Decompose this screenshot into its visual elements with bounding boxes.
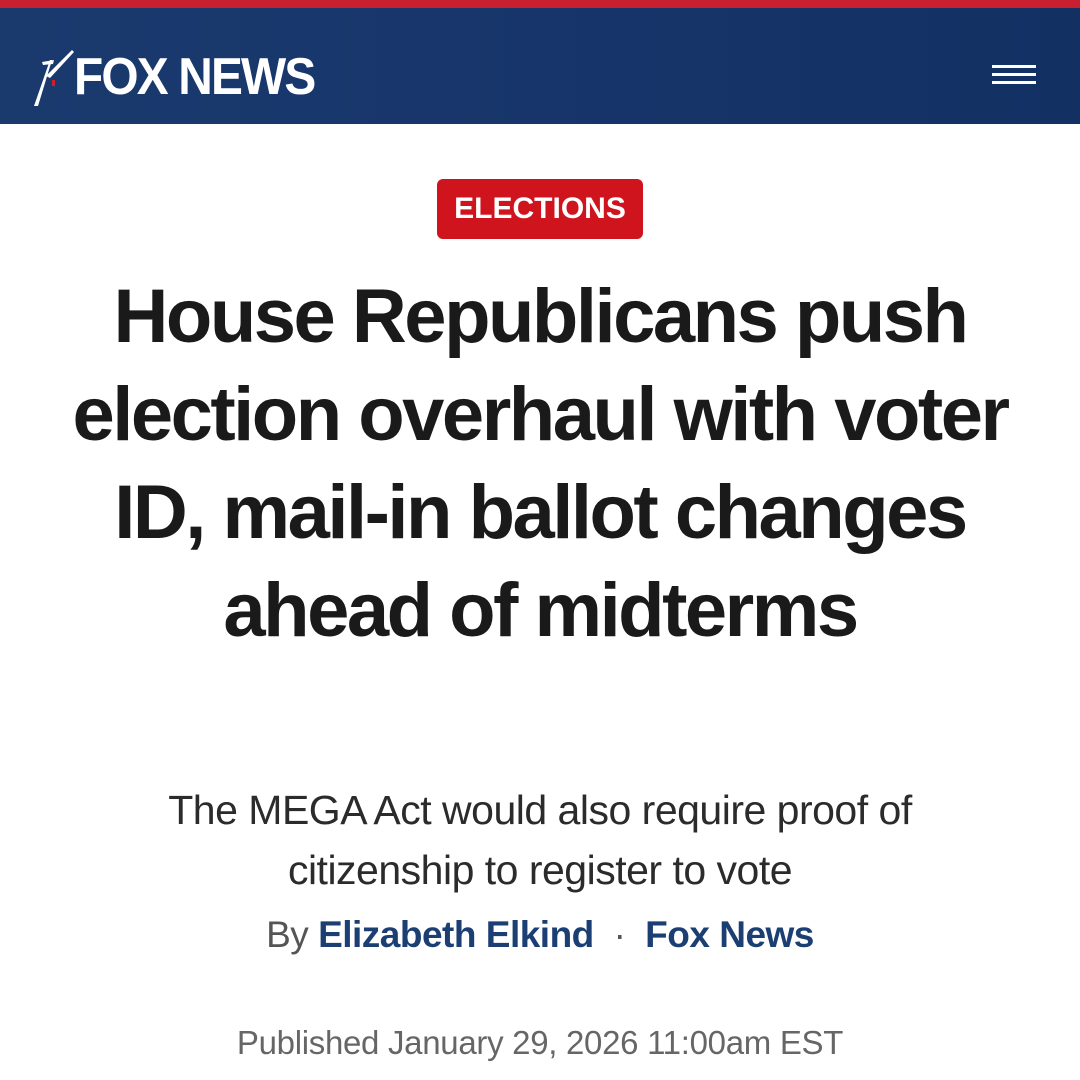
hamburger-menu-icon[interactable] xyxy=(988,58,1040,102)
source-link[interactable]: Fox News xyxy=(645,914,814,955)
logo-wordmark: FOX NEWS xyxy=(74,48,316,106)
byline-separator: · xyxy=(613,914,626,955)
article-subheadline: The MEGA Act would also require proof of… xyxy=(168,787,912,893)
article-headline: House Republicans push election overhaul… xyxy=(72,274,1010,653)
category-tag-elections[interactable]: ELECTIONS xyxy=(437,179,643,239)
byline-prefix: By xyxy=(266,914,309,955)
site-header: FOX NEWS xyxy=(0,8,1080,124)
byline: By Elizabeth Elkind · Fox News xyxy=(100,910,980,960)
fox-news-logo[interactable]: FOX NEWS xyxy=(32,42,335,112)
top-accent-stripe xyxy=(0,0,1080,8)
author-link[interactable]: Elizabeth Elkind xyxy=(318,914,594,955)
published-timestamp: Published January 29, 2026 11:00am EST xyxy=(236,1024,844,1061)
fox-logo-mark-icon xyxy=(34,50,74,106)
